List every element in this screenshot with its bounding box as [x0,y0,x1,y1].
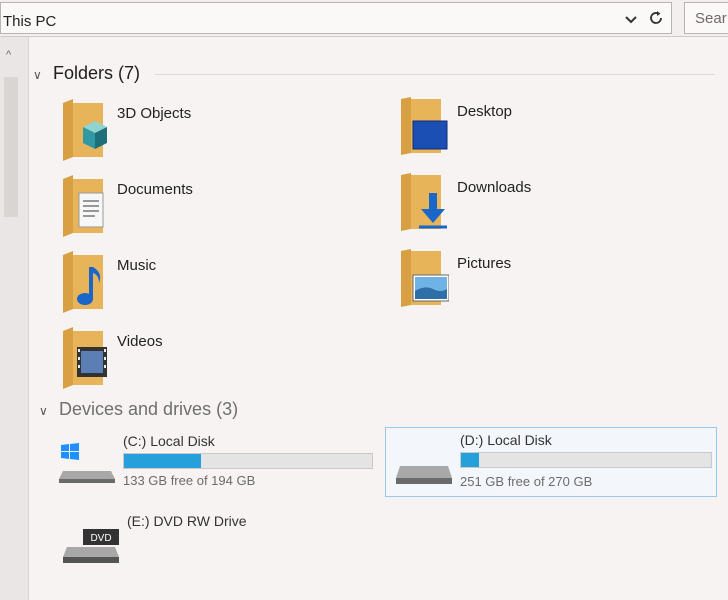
address-toolbar: This PC Sear [0,0,728,37]
drives-group-title: Devices and drives (3) [59,399,239,419]
music-icon [63,251,103,313]
search-box[interactable]: Sear [684,2,728,34]
drive-usage-bar [123,453,373,469]
drive-usage-fill [124,454,201,468]
hard-drive-windows-icon [59,443,115,483]
file-view: ∨ Folders (7) 3D Objects Desktop Documen… [29,37,728,600]
scrollbar-thumb[interactable] [4,77,18,217]
drive-e[interactable]: DVD (E:) DVD RW Drive [57,509,387,569]
folder-3d-objects[interactable]: 3D Objects [59,99,379,169]
folders-group-header[interactable]: ∨ Folders (7) [33,63,140,84]
drive-label: (C:) Local Disk [123,433,215,449]
svg-text:DVD: DVD [90,533,111,544]
chevron-down-icon[interactable] [623,11,639,27]
drive-free-text: 251 GB free of 270 GB [460,474,593,489]
drive-free-text: 133 GB free of 194 GB [123,473,256,488]
folder-label: Desktop [457,103,513,120]
address-path[interactable]: This PC [3,13,56,30]
pictures-icon [401,249,449,307]
drive-d[interactable]: (D:) Local Disk 251 GB free of 270 GB [385,427,717,497]
dvd-drive-icon: DVD [63,529,119,563]
folder-documents[interactable]: Documents [59,175,379,245]
chevron-down-icon: ∨ [33,68,42,82]
videos-icon [63,327,107,389]
downloads-icon [401,173,447,231]
drive-label: (E:) DVD RW Drive [127,513,247,529]
3d-objects-icon [63,99,107,161]
folder-label: Downloads [457,179,532,196]
folder-pictures[interactable]: Pictures [399,249,719,319]
folder-music[interactable]: Music [59,251,379,321]
folder-label: Videos [117,333,163,350]
drive-label: (D:) Local Disk [460,432,552,448]
desktop-icon [401,97,448,155]
folder-desktop[interactable]: Desktop [399,97,719,167]
scroll-up-icon[interactable]: ^ [6,49,11,61]
folder-label: Pictures [457,255,512,272]
chevron-down-icon: ∨ [39,404,48,418]
folder-label: Music [117,257,157,274]
refresh-icon[interactable] [647,9,665,27]
hard-drive-icon [396,466,452,484]
drive-usage-bar [460,452,712,468]
folder-videos[interactable]: Videos [59,327,379,397]
group-divider [155,74,715,75]
drive-usage-fill [461,453,479,467]
folder-downloads[interactable]: Downloads [399,173,719,243]
drive-c[interactable]: (C:) Local Disk 133 GB free of 194 GB [57,427,387,491]
folder-label: 3D Objects [117,105,192,122]
folders-group-title: Folders (7) [53,63,141,83]
documents-icon [63,175,104,237]
navigation-pane: ^ [0,37,29,600]
drives-group-header[interactable]: ∨ Devices and drives (3) [39,399,238,420]
folder-label: Documents [117,181,193,198]
address-bar[interactable]: This PC [0,2,672,34]
search-placeholder: Sear [695,10,727,27]
